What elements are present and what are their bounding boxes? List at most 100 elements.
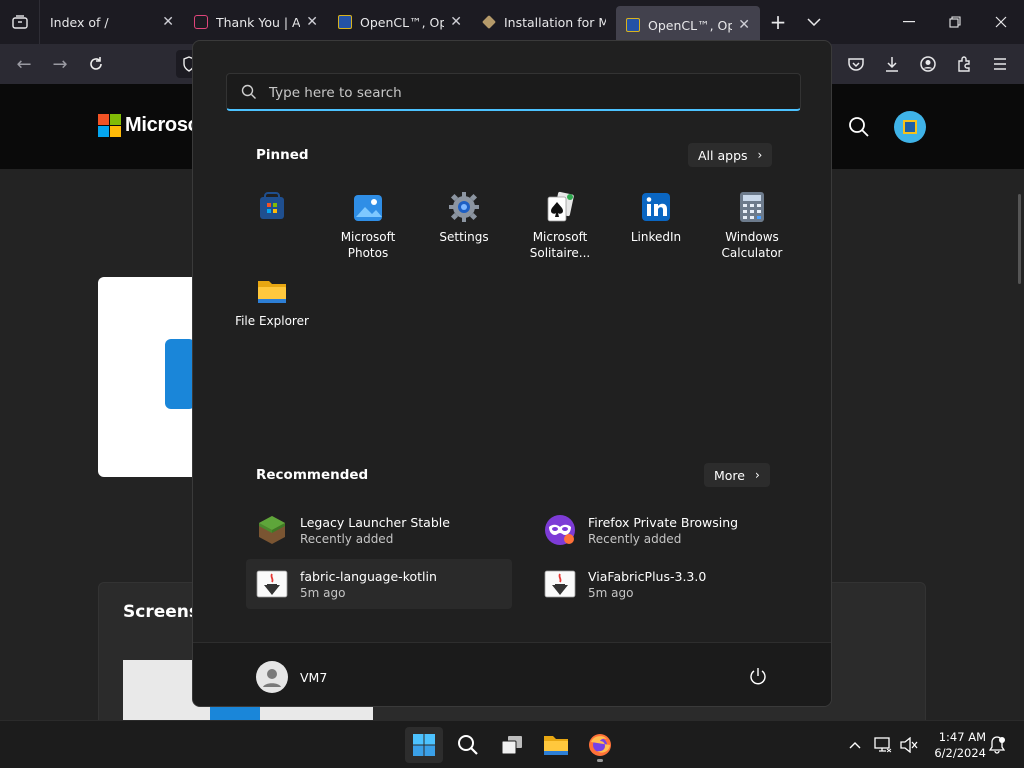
chevron-down-icon bbox=[807, 18, 821, 26]
site-search-button[interactable] bbox=[848, 116, 870, 142]
search-icon bbox=[849, 117, 869, 137]
network-monitor-icon bbox=[874, 737, 892, 753]
browser-tab-2[interactable]: Thank You | Adobe ✕ bbox=[184, 0, 328, 44]
chevron-up-icon bbox=[849, 742, 861, 749]
app-menu-button[interactable] bbox=[982, 44, 1018, 84]
pinned-app-file-explorer[interactable]: File Explorer bbox=[224, 275, 320, 329]
item-subtitle: 5m ago bbox=[300, 585, 346, 600]
user-name: VM7 bbox=[300, 669, 328, 685]
back-button[interactable]: ← bbox=[6, 44, 42, 84]
java-file-icon bbox=[544, 568, 576, 600]
item-subtitle: Recently added bbox=[300, 531, 394, 546]
item-title: Legacy Launcher Stable bbox=[300, 514, 450, 530]
user-account-button[interactable]: VM7 bbox=[256, 661, 327, 693]
power-button[interactable] bbox=[749, 667, 767, 689]
firefox-view-icon bbox=[11, 15, 28, 29]
app-label: LinkedIn bbox=[630, 230, 682, 244]
site-account-avatar[interactable] bbox=[894, 111, 926, 143]
list-all-tabs-button[interactable] bbox=[796, 0, 832, 44]
adobe-favicon-icon bbox=[194, 15, 208, 29]
arrow-left-icon: ← bbox=[16, 53, 32, 75]
install-favicon-icon bbox=[482, 15, 496, 29]
taskbar-clock[interactable]: 1:47 AM 6/2/2024 bbox=[924, 729, 986, 761]
task-view-button[interactable] bbox=[493, 727, 531, 763]
opencl-favicon-icon bbox=[338, 15, 352, 29]
network-button[interactable] bbox=[872, 721, 894, 768]
task-view-icon bbox=[501, 736, 522, 755]
tab-title: OpenCL™, OpenCL bbox=[648, 17, 733, 33]
app-label: File Explorer bbox=[235, 314, 309, 328]
power-icon bbox=[750, 668, 766, 685]
arrow-right-icon: → bbox=[52, 53, 68, 75]
volume-button[interactable] bbox=[898, 721, 920, 768]
search-icon bbox=[241, 84, 256, 99]
browser-tab-1[interactable]: Index of / ✕ bbox=[40, 0, 184, 44]
pocket-icon bbox=[848, 58, 864, 71]
pinned-heading: Pinned bbox=[256, 147, 309, 163]
tab-title: Installation for Minecraft bbox=[504, 14, 606, 30]
hamburger-icon bbox=[994, 58, 1006, 70]
chevron-right-icon: › bbox=[755, 468, 760, 482]
account-button[interactable] bbox=[910, 44, 946, 84]
browser-tab-4[interactable]: Installation for Minecraft bbox=[472, 0, 616, 44]
close-window-button[interactable] bbox=[978, 0, 1024, 44]
pinned-app-settings[interactable]: Settings bbox=[416, 191, 512, 245]
show-hidden-icons-button[interactable] bbox=[844, 721, 866, 768]
firefox-view-button[interactable] bbox=[0, 0, 40, 44]
clock-time: 1:47 AM bbox=[938, 730, 986, 744]
recommended-item[interactable]: Legacy Launcher Stable Recently added bbox=[246, 505, 512, 555]
item-title: fabric-language-kotlin bbox=[300, 568, 437, 584]
minimize-button[interactable] bbox=[886, 0, 932, 44]
file-explorer-taskbar-button[interactable] bbox=[537, 727, 575, 763]
reload-icon bbox=[90, 57, 102, 70]
account-icon bbox=[920, 56, 936, 72]
browser-tab-3[interactable]: OpenCL™, OpenCL ✕ bbox=[328, 0, 472, 44]
firefox-taskbar-button[interactable] bbox=[581, 727, 619, 763]
app-label: Windows Calculator bbox=[721, 230, 783, 260]
tab-close-icon[interactable]: ✕ bbox=[162, 14, 174, 30]
puzzle-icon bbox=[958, 56, 970, 72]
pinned-app-photos[interactable]: Microsoft Photos bbox=[320, 191, 416, 261]
forward-button[interactable]: → bbox=[42, 44, 78, 84]
reload-button[interactable] bbox=[78, 44, 114, 84]
more-button[interactable]: More › bbox=[704, 463, 770, 487]
restore-button[interactable] bbox=[932, 0, 978, 44]
private-browsing-mask-icon bbox=[544, 514, 576, 546]
all-apps-button[interactable]: All apps › bbox=[688, 143, 773, 167]
taskbar-search-button[interactable] bbox=[449, 727, 487, 763]
start-menu: Type here to search Pinned All apps › Mi… bbox=[192, 40, 832, 707]
restore-icon bbox=[949, 16, 961, 28]
pinned-app-linkedin[interactable]: LinkedIn bbox=[608, 191, 704, 245]
browser-tab-5-active[interactable]: OpenCL™, OpenCL ✕ bbox=[616, 6, 760, 44]
new-tab-button[interactable]: + bbox=[760, 0, 796, 44]
recommended-item[interactable]: Firefox Private Browsing Recently added bbox=[534, 505, 800, 555]
page-scrollbar[interactable] bbox=[1018, 194, 1021, 284]
minimize-icon bbox=[903, 21, 915, 23]
app-label: Microsoft Photos bbox=[340, 230, 396, 260]
chevron-right-icon: › bbox=[757, 148, 763, 162]
pinned-app-calculator[interactable]: Windows Calculator bbox=[704, 191, 800, 261]
taskbar: 1:47 AM 6/2/2024 bbox=[0, 720, 1024, 768]
close-icon bbox=[995, 16, 1007, 28]
downloads-button[interactable] bbox=[874, 44, 910, 84]
pinned-app-solitaire[interactable]: Microsoft Solitaire... bbox=[512, 191, 608, 261]
start-button[interactable] bbox=[405, 727, 443, 763]
download-icon bbox=[886, 57, 898, 72]
store-badge-icon bbox=[903, 120, 917, 134]
tab-close-icon[interactable]: ✕ bbox=[306, 14, 318, 30]
recommended-item[interactable]: ViaFabricPlus-3.3.0 5m ago bbox=[534, 559, 800, 609]
pinned-app-store[interactable] bbox=[224, 191, 320, 229]
tab-close-icon[interactable]: ✕ bbox=[450, 14, 462, 30]
microsoft-squares-icon bbox=[98, 114, 121, 137]
item-title: Firefox Private Browsing bbox=[588, 514, 739, 530]
tab-close-icon[interactable]: ✕ bbox=[738, 17, 750, 33]
user-avatar-icon bbox=[256, 661, 288, 693]
recommended-item[interactable]: fabric-language-kotlin 5m ago bbox=[246, 559, 512, 609]
start-search-box[interactable]: Type here to search bbox=[226, 73, 801, 111]
pocket-button[interactable] bbox=[838, 44, 874, 84]
app-label: Microsoft Solitaire... bbox=[529, 230, 591, 260]
more-label: More bbox=[714, 467, 745, 483]
notification-button[interactable] bbox=[988, 721, 1006, 768]
firefox-icon bbox=[589, 734, 611, 756]
extensions-button[interactable] bbox=[946, 44, 982, 84]
